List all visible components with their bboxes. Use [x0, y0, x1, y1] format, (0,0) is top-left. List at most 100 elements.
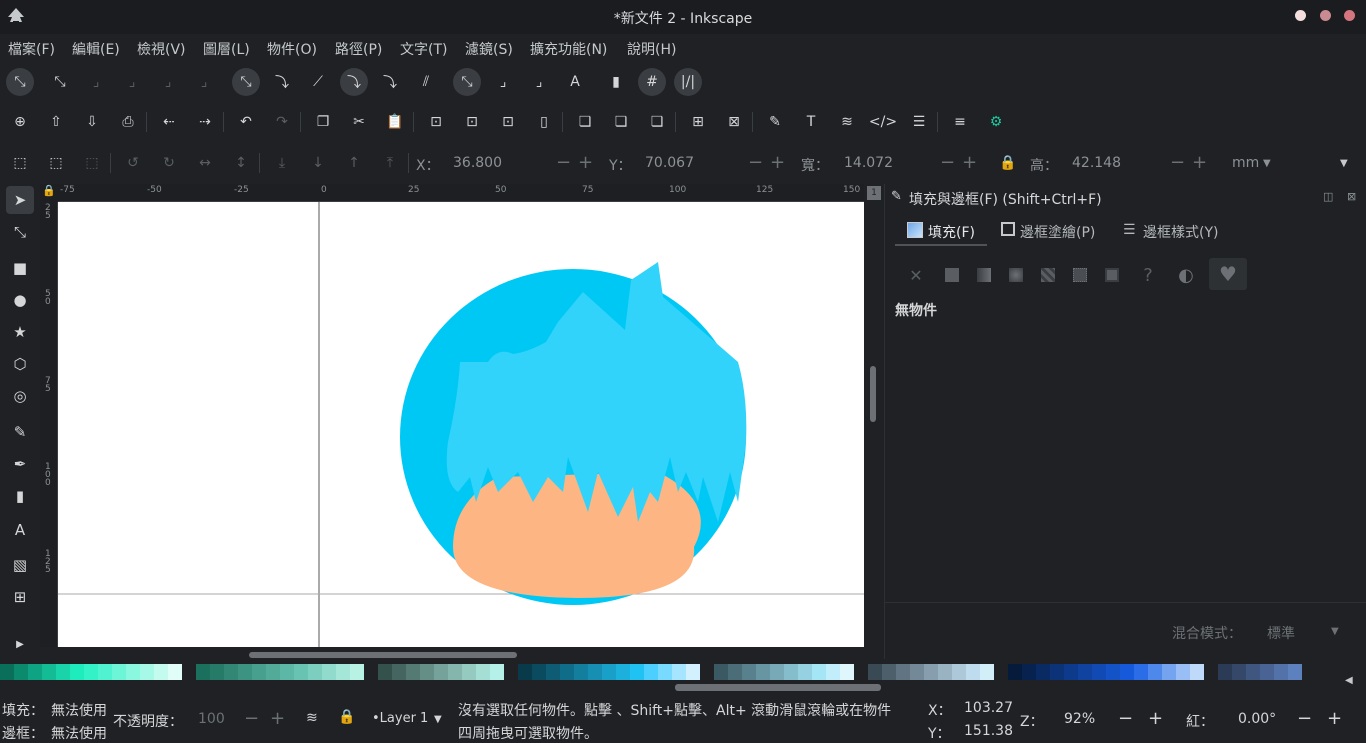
unit-chevron-down-icon[interactable]: ▼: [1263, 158, 1271, 169]
palette-swatch[interactable]: [1176, 664, 1190, 680]
palette-swatch[interactable]: [756, 664, 770, 680]
select-all-layers-icon[interactable]: ⬚: [42, 149, 70, 177]
y-increment-button[interactable]: +: [770, 152, 785, 173]
layer-chevron-down-icon[interactable]: ▼: [434, 714, 442, 725]
rotate-cw-icon[interactable]: ↻: [155, 149, 183, 177]
palette-swatch[interactable]: [1190, 664, 1204, 680]
snap-rotation-icon[interactable]: ⌟: [525, 68, 553, 96]
flip-horizontal-icon[interactable]: ↔: [191, 149, 219, 177]
h-input[interactable]: 42.148: [1072, 155, 1121, 171]
close-button[interactable]: [1344, 10, 1355, 21]
raise-top-icon[interactable]: ⤒: [376, 149, 404, 177]
snap-bbox-mid-icon[interactable]: ⌟: [154, 68, 182, 96]
rotation-input[interactable]: 0.00°: [1238, 711, 1276, 727]
snap-others-icon[interactable]: ⤡: [453, 68, 481, 96]
palette-swatch[interactable]: [434, 664, 448, 680]
palette-swatch[interactable]: [980, 664, 994, 680]
palette-swatch[interactable]: [294, 664, 308, 680]
panel-close-icon[interactable]: ⊠: [1347, 190, 1356, 203]
palette-swatch[interactable]: [658, 664, 672, 680]
palette-swatch[interactable]: [42, 664, 56, 680]
stroke-style-tab-icon[interactable]: ☰: [1123, 222, 1136, 238]
palette-swatch[interactable]: [1162, 664, 1176, 680]
palette-swatch[interactable]: [1148, 664, 1162, 680]
palette-swatch[interactable]: [182, 664, 196, 680]
palette-swatch[interactable]: [1064, 664, 1078, 680]
align-distribute-icon[interactable]: ☰: [905, 108, 933, 136]
palette-swatch[interactable]: [672, 664, 686, 680]
stroke-indicator-value[interactable]: 無法使用: [51, 723, 107, 743]
clone-icon[interactable]: ❏: [607, 108, 635, 136]
drawing-canvas[interactable]: [58, 202, 864, 647]
palette-swatch[interactable]: [518, 664, 532, 680]
w-decrement-button[interactable]: −: [940, 152, 955, 173]
new-document-icon[interactable]: ⊕: [6, 108, 34, 136]
rotation-increment-button[interactable]: +: [1327, 708, 1342, 729]
pen-tool-icon[interactable]: ✒: [6, 450, 34, 478]
fill-rule-evenodd-icon[interactable]: ◐: [1175, 264, 1197, 286]
palette-swatch[interactable]: [616, 664, 630, 680]
layers-stack-icon[interactable]: ≋: [306, 710, 318, 726]
palette-swatch[interactable]: [532, 664, 546, 680]
gradient-tool-icon[interactable]: ▧: [6, 551, 34, 579]
h-increment-button[interactable]: +: [1192, 152, 1207, 173]
menu-extensions[interactable]: 擴充功能(N): [530, 39, 607, 59]
palette-swatch[interactable]: [448, 664, 462, 680]
text-tool-icon[interactable]: A: [6, 516, 34, 544]
raise-icon[interactable]: ↑: [340, 149, 368, 177]
palette-swatch[interactable]: [546, 664, 560, 680]
palette-swatch[interactable]: [364, 664, 378, 680]
selector-tool-icon[interactable]: ➤: [6, 186, 34, 214]
palette-swatch[interactable]: [896, 664, 910, 680]
select-all-icon[interactable]: ⬚: [6, 149, 34, 177]
stroke-paint-tab-icon[interactable]: [1001, 222, 1015, 236]
preferences-icon[interactable]: ⚙: [982, 108, 1010, 136]
ungroup-icon[interactable]: ⊠: [720, 108, 748, 136]
deselect-icon[interactable]: ⬚: [78, 149, 106, 177]
palette-swatch[interactable]: [168, 664, 182, 680]
palette-menu-chevron-left-icon[interactable]: ◀: [1345, 675, 1353, 686]
ellipse-tool-icon[interactable]: ●: [6, 286, 34, 314]
palette-swatch[interactable]: [350, 664, 364, 680]
palette-swatch[interactable]: [126, 664, 140, 680]
snap-path-icon[interactable]: ⤵: [268, 68, 296, 96]
palette-swatch[interactable]: [700, 664, 714, 680]
palette-swatch[interactable]: [1078, 664, 1092, 680]
rotation-decrement-button[interactable]: −: [1297, 708, 1312, 729]
palette-swatch[interactable]: [1274, 664, 1288, 680]
palette-swatch[interactable]: [1288, 664, 1302, 680]
node-tool-icon[interactable]: ⤡: [6, 218, 34, 246]
palette-swatch[interactable]: [574, 664, 588, 680]
palette-swatch[interactable]: [1022, 664, 1036, 680]
overflow-chevron-down-icon[interactable]: ▼: [1340, 158, 1348, 169]
menu-path[interactable]: 路徑(P): [335, 39, 382, 59]
y-input[interactable]: 70.067: [645, 155, 694, 171]
face-shape[interactable]: [453, 472, 701, 598]
snap-bbox-icon[interactable]: ⤡: [46, 68, 74, 96]
palette-swatch[interactable]: [1260, 664, 1274, 680]
zoom-input[interactable]: 92%: [1064, 711, 1095, 727]
palette-swatch[interactable]: [868, 664, 882, 680]
mesh-gradient-icon[interactable]: [1069, 264, 1091, 286]
unit-select[interactable]: mm: [1232, 155, 1259, 171]
vertical-scroll-thumb[interactable]: [870, 366, 876, 422]
palette-swatch[interactable]: [784, 664, 798, 680]
palette-swatch[interactable]: [924, 664, 938, 680]
zoom-page-icon[interactable]: ⊡: [494, 108, 522, 136]
flip-vertical-icon[interactable]: ↕: [227, 149, 255, 177]
star-tool-icon[interactable]: ★: [6, 318, 34, 346]
palette-swatch[interactable]: [798, 664, 812, 680]
palette-swatch[interactable]: [1120, 664, 1134, 680]
palette-swatch[interactable]: [1008, 664, 1022, 680]
palette-swatch[interactable]: [966, 664, 980, 680]
palette-swatch[interactable]: [322, 664, 336, 680]
minimize-button[interactable]: [1295, 10, 1306, 21]
palette-swatch[interactable]: [28, 664, 42, 680]
maximize-button[interactable]: [1320, 10, 1331, 21]
palette-swatch[interactable]: [84, 664, 98, 680]
opacity-input[interactable]: 100: [198, 711, 225, 727]
rotate-ccw-icon[interactable]: ↺: [119, 149, 147, 177]
palette-swatch[interactable]: [210, 664, 224, 680]
snap-guide-icon[interactable]: |/|: [674, 68, 702, 96]
palette-swatch[interactable]: [588, 664, 602, 680]
